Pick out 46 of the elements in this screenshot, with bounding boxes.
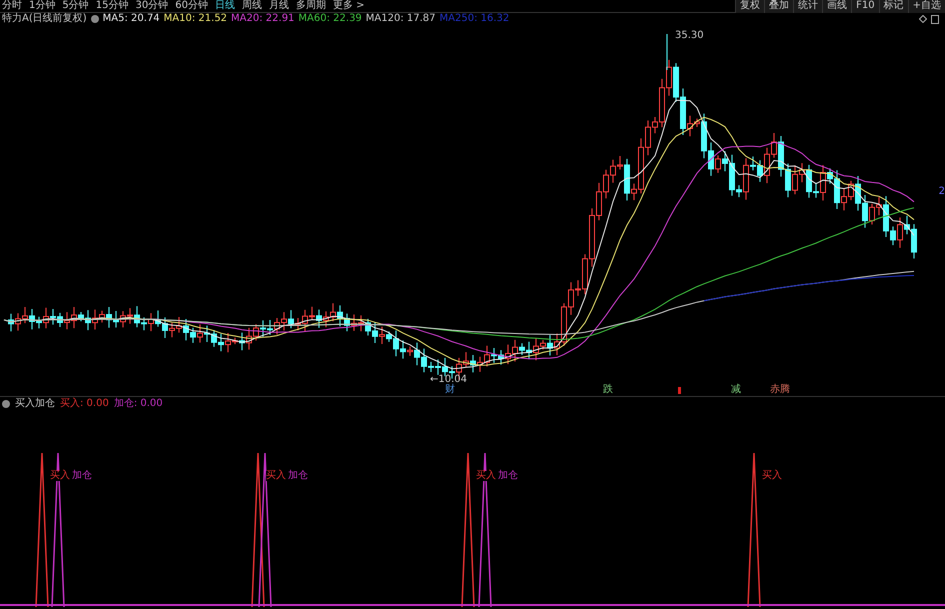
settings-icon[interactable] [90, 15, 99, 23]
buy-signal-label: 买入 [476, 471, 496, 481]
panel-icon[interactable] [931, 14, 939, 24]
period-tab[interactable]: 1分钟 [29, 1, 56, 11]
period-tab[interactable]: 15分钟 [96, 1, 128, 11]
period-tab[interactable]: 5分钟 [62, 1, 89, 11]
ma-value: MA20: 22.91 [231, 14, 294, 24]
settings-icon[interactable] [2, 400, 10, 408]
add-signal-label: 加仓 [288, 471, 308, 481]
chart-title: 特力A(日线前复权) [2, 14, 87, 24]
period-tab[interactable]: 更多 > [332, 1, 365, 11]
high-price-label: 35.30 [675, 31, 704, 41]
event-marker-icon[interactable] [678, 387, 681, 394]
ma-value: MA60: 22.39 [298, 14, 362, 24]
period-tab[interactable]: 周线 [242, 1, 262, 11]
period-tab[interactable]: 月线 [268, 1, 289, 11]
toolbar-button[interactable]: 叠加 [764, 0, 794, 12]
indicator-value: 加仓: 0.00 [114, 399, 163, 409]
period-tab[interactable]: 多周期 [296, 1, 326, 11]
indicator-value: 买入: 0.00 [60, 399, 109, 409]
toolbar-button[interactable]: F10 [851, 0, 879, 12]
event-marker[interactable]: 跌 [603, 385, 613, 395]
event-marker[interactable]: 赤腾 [770, 385, 790, 395]
period-tab[interactable]: 60分钟 [175, 1, 208, 11]
event-marker[interactable]: 减 [731, 385, 741, 395]
diamond-icon[interactable] [919, 15, 927, 23]
buy-signal-label: 买入 [266, 471, 286, 481]
indicator-title: 买入加仓 [15, 399, 55, 409]
add-signal-label: 加仓 [72, 471, 92, 481]
ma-value: MA10: 21.52 [164, 14, 228, 24]
toolbar-button[interactable]: 画线 [822, 0, 852, 12]
low-price-label: ←10.04 [430, 375, 468, 385]
axis-label: 2 [938, 187, 945, 197]
ma-value: MA5: 20.74 [102, 14, 160, 24]
period-tab[interactable]: 30分钟 [135, 1, 168, 11]
event-marker[interactable]: 财 [445, 385, 455, 395]
period-tab[interactable]: 分时 [2, 1, 22, 11]
buy-signal-label: 买入 [762, 471, 782, 481]
add-signal-label: 加仓 [498, 471, 518, 481]
toolbar-button[interactable]: +自选 [908, 0, 945, 12]
toolbar-button[interactable]: 标记 [878, 0, 908, 12]
period-tab[interactable]: 日线 [214, 1, 235, 11]
ma-value: MA250: 16.32 [440, 14, 510, 24]
buy-signal-label: 买入 [50, 471, 70, 481]
ma-value: MA120: 17.87 [366, 14, 436, 24]
toolbar-button[interactable]: 复权 [735, 0, 764, 12]
